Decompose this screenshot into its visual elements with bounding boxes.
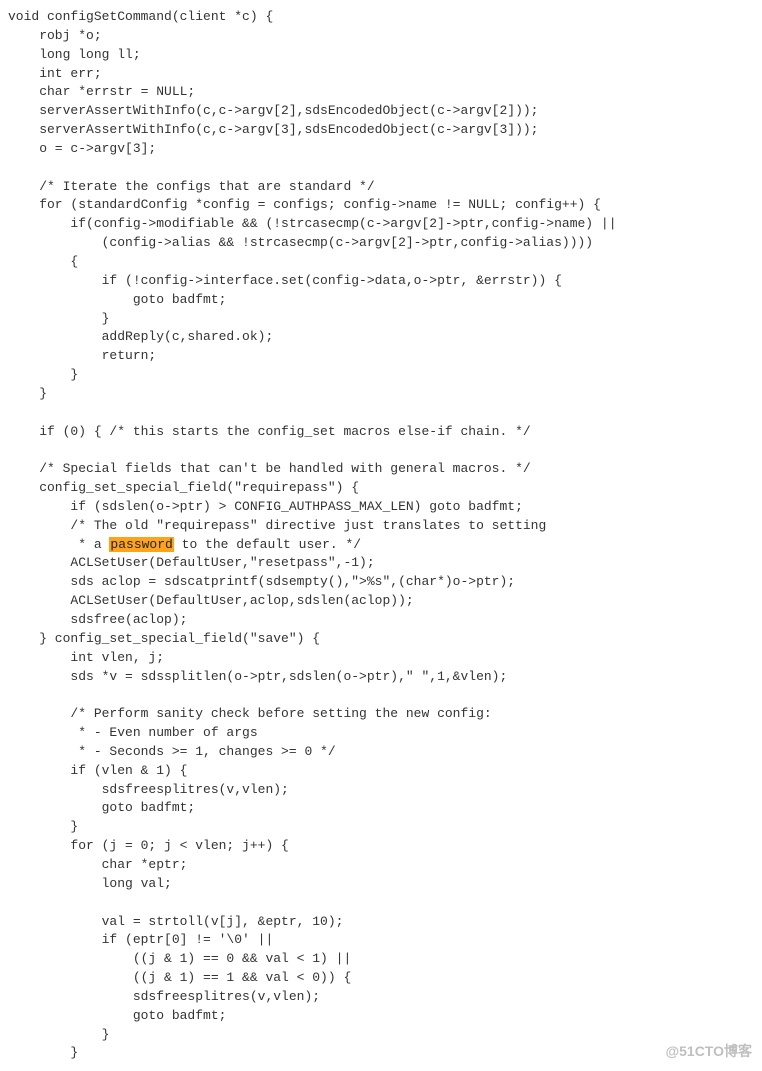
highlighted-word: password [109,537,173,552]
code-block: void configSetCommand(client *c) { robj … [8,8,754,1063]
watermark: @51CTO博客 [665,1041,752,1061]
